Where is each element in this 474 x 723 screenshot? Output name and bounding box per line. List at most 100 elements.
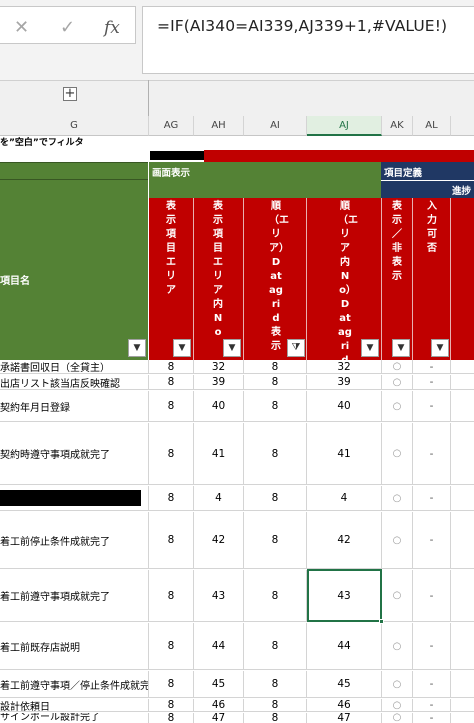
- cell-next[interactable]: [451, 671, 474, 697]
- cell-ah[interactable]: 47: [194, 713, 244, 723]
- cell-ag[interactable]: 8: [149, 375, 194, 389]
- cell-aj[interactable]: 42: [307, 512, 382, 568]
- cell-ah[interactable]: 44: [194, 623, 244, 669]
- cell-next[interactable]: [451, 623, 474, 669]
- item-name-cell[interactable]: 契約年月日登録: [0, 391, 149, 421]
- cell-aj[interactable]: 39: [307, 375, 382, 389]
- cell-next[interactable]: [451, 423, 474, 484]
- column-header-ai[interactable]: AI: [244, 116, 307, 136]
- cell-al[interactable]: -: [413, 360, 451, 373]
- cell-ag[interactable]: 8: [149, 486, 194, 510]
- filter-dropdown-ah[interactable]: ▼: [223, 339, 241, 357]
- cell-ag[interactable]: 8: [149, 391, 194, 421]
- cell-aj[interactable]: 40: [307, 391, 382, 421]
- cell-ah[interactable]: 40: [194, 391, 244, 421]
- cell-ai[interactable]: 8: [244, 512, 307, 568]
- cell-ag[interactable]: 8: [149, 713, 194, 723]
- item-name-cell[interactable]: 出店リスト該当店反映確認: [0, 375, 149, 389]
- filter-dropdown-al[interactable]: ▼: [431, 339, 449, 357]
- item-name-cell[interactable]: 着工前既存店説明: [0, 623, 149, 669]
- cell-ah[interactable]: 39: [194, 375, 244, 389]
- cell-ai[interactable]: 8: [244, 570, 307, 621]
- cell-ag[interactable]: 8: [149, 423, 194, 484]
- column-header-ah[interactable]: AH: [194, 116, 244, 136]
- selected-cell-aj[interactable]: 43: [307, 570, 382, 621]
- cell-ai[interactable]: 8: [244, 375, 307, 389]
- cell-aj[interactable]: 45: [307, 671, 382, 697]
- cell-ag[interactable]: 8: [149, 671, 194, 697]
- item-name-cell[interactable]: 契約時遵守事項成就完了: [0, 423, 149, 484]
- cell-aj[interactable]: 41: [307, 423, 382, 484]
- cell-next[interactable]: [451, 512, 474, 568]
- cell-ah[interactable]: 4: [194, 486, 244, 510]
- cell-ak[interactable]: ○: [382, 360, 413, 373]
- cell-ai[interactable]: 8: [244, 699, 307, 711]
- cell-next[interactable]: [451, 713, 474, 723]
- cell-next[interactable]: [451, 360, 474, 373]
- cell-al[interactable]: -: [413, 671, 451, 697]
- column-header-g[interactable]: G: [0, 116, 149, 136]
- cell-ak[interactable]: ○: [382, 570, 413, 621]
- insert-function-button[interactable]: fx: [104, 19, 120, 37]
- cell-ak[interactable]: ○: [382, 671, 413, 697]
- filter-active-icon[interactable]: ⧩: [287, 339, 305, 357]
- cell-ak[interactable]: ○: [382, 699, 413, 711]
- cell-next[interactable]: [451, 391, 474, 421]
- cell-al[interactable]: -: [413, 623, 451, 669]
- cell-ah[interactable]: 32: [194, 360, 244, 373]
- item-name-cell[interactable]: 着工前遵守事項成就完了: [0, 570, 149, 621]
- cell-ak[interactable]: ○: [382, 623, 413, 669]
- cell-ak[interactable]: ○: [382, 512, 413, 568]
- column-header-aj[interactable]: AJ: [307, 116, 382, 136]
- cell-ah[interactable]: 42: [194, 512, 244, 568]
- cell-al[interactable]: -: [413, 391, 451, 421]
- cell-ai[interactable]: 8: [244, 623, 307, 669]
- cell-ag[interactable]: 8: [149, 623, 194, 669]
- filter-dropdown-ag[interactable]: ▼: [173, 339, 191, 357]
- cell-next[interactable]: [451, 570, 474, 621]
- formula-input[interactable]: =IF(AI340=AI339,AJ339+1,#VALUE!): [142, 6, 474, 74]
- item-name-cell[interactable]: 着工前停止条件成就完了: [0, 512, 149, 568]
- cell-aj[interactable]: 46: [307, 699, 382, 711]
- cell-al[interactable]: -: [413, 570, 451, 621]
- item-name-cell[interactable]: 着工前遵守事項／停止条件成就完了: [0, 671, 149, 697]
- cell-next[interactable]: [451, 699, 474, 711]
- cell-ag[interactable]: 8: [149, 570, 194, 621]
- cell-ai[interactable]: 8: [244, 671, 307, 697]
- cell-ah[interactable]: 41: [194, 423, 244, 484]
- cell-aj[interactable]: 47: [307, 713, 382, 723]
- column-header-al[interactable]: AL: [413, 116, 451, 136]
- cell-ah[interactable]: 43: [194, 570, 244, 621]
- cell-ai[interactable]: 8: [244, 713, 307, 723]
- cell-ak[interactable]: ○: [382, 423, 413, 484]
- cell-ai[interactable]: 8: [244, 391, 307, 421]
- cell-ag[interactable]: 8: [149, 512, 194, 568]
- filter-dropdown-aj[interactable]: ▼: [361, 339, 379, 357]
- enter-icon[interactable]: ✓: [60, 19, 75, 37]
- cancel-icon[interactable]: ✕: [14, 19, 29, 37]
- expand-group-button[interactable]: +: [63, 87, 77, 101]
- column-header-ak[interactable]: AK: [382, 116, 413, 136]
- cell-ai[interactable]: 8: [244, 486, 307, 510]
- filter-dropdown-ak[interactable]: ▼: [392, 339, 410, 357]
- cell-ag[interactable]: 8: [149, 360, 194, 373]
- cell-al[interactable]: -: [413, 486, 451, 510]
- cell-ag[interactable]: 8: [149, 699, 194, 711]
- cell-ak[interactable]: ○: [382, 486, 413, 510]
- cell-ak[interactable]: ○: [382, 391, 413, 421]
- cell-al[interactable]: -: [413, 375, 451, 389]
- cell-ah[interactable]: 46: [194, 699, 244, 711]
- cell-ak[interactable]: ○: [382, 713, 413, 723]
- column-header-next[interactable]: [451, 116, 474, 136]
- item-name-cell[interactable]: サインポール設計完了: [0, 713, 149, 723]
- cell-al[interactable]: -: [413, 713, 451, 723]
- cell-ai[interactable]: 8: [244, 423, 307, 484]
- item-name-cell[interactable]: [0, 486, 149, 510]
- cell-al[interactable]: -: [413, 512, 451, 568]
- filter-dropdown-g[interactable]: ▼: [128, 339, 146, 357]
- cell-al[interactable]: -: [413, 423, 451, 484]
- cell-aj[interactable]: 4: [307, 486, 382, 510]
- cell-al[interactable]: -: [413, 699, 451, 711]
- cell-aj[interactable]: 32: [307, 360, 382, 373]
- item-name-cell[interactable]: 設計依頼日: [0, 699, 149, 711]
